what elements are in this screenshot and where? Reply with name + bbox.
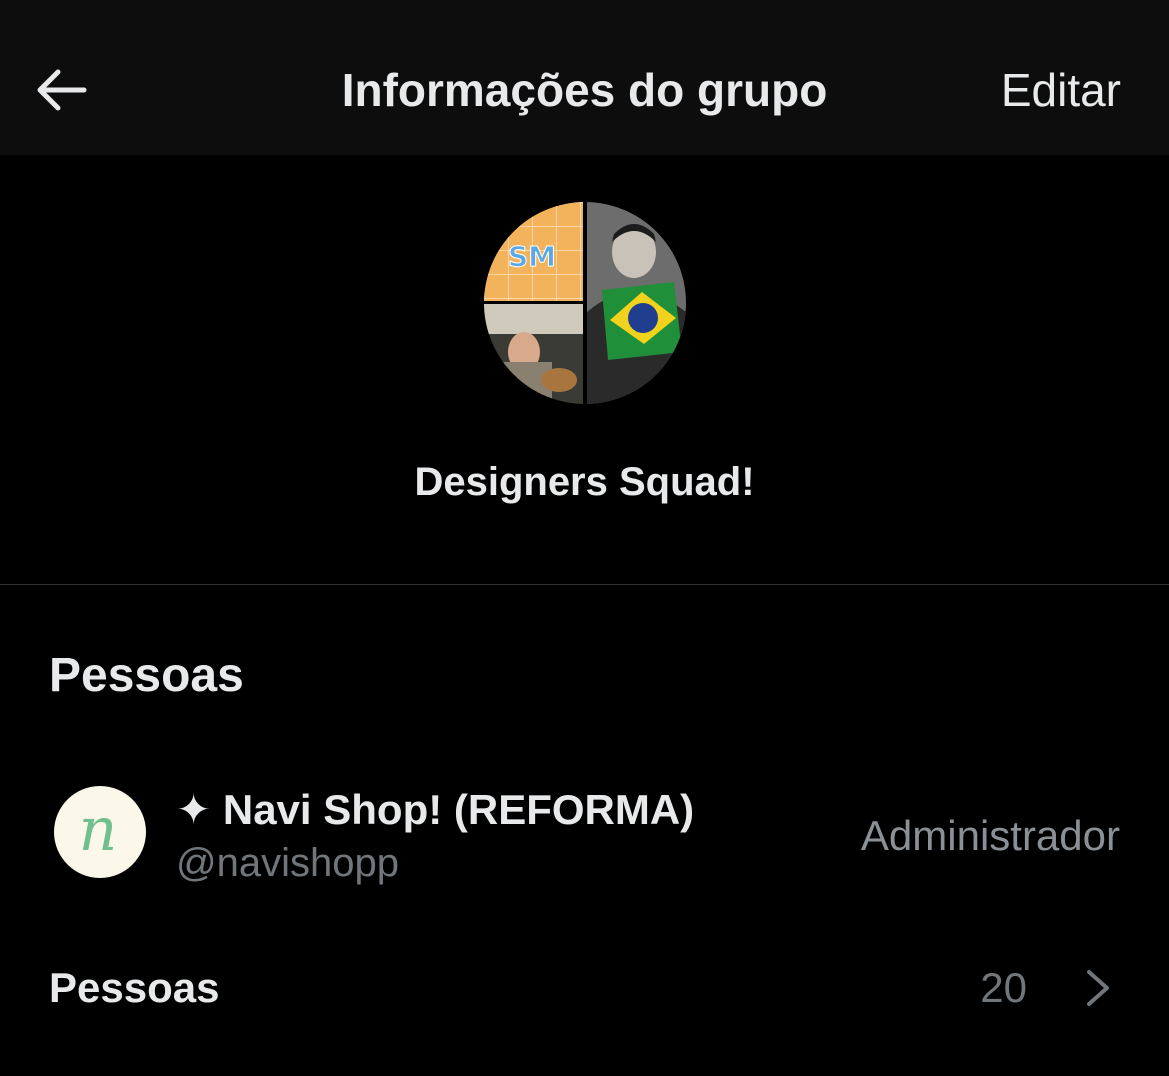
member-handle: @navishopp [176, 841, 399, 885]
divider [0, 584, 1169, 585]
group-avatar-badge: SM [508, 240, 556, 273]
chevron-right-icon [1087, 970, 1109, 1006]
member-role: Administrador [860, 812, 1120, 859]
avatar: n [54, 786, 146, 878]
group-avatar-collage: SM [484, 202, 686, 404]
people-row-label: Pessoas [49, 964, 220, 1011]
back-button[interactable] [28, 60, 92, 120]
edit-button[interactable]: Editar [1001, 62, 1121, 118]
page-title: Informações do grupo [341, 64, 828, 116]
group-name: Designers Squad! [414, 460, 755, 504]
arrow-left-icon [37, 69, 87, 111]
section-heading-people: Pessoas [49, 649, 244, 702]
member-row[interactable]: n ✦ Navi Shop! (REFORMA) @navishopp Admi… [0, 770, 1169, 900]
group-avatar[interactable]: SM [484, 202, 686, 404]
avatar-letter: n [79, 795, 118, 865]
people-count-row[interactable]: Pessoas 20 [0, 950, 1169, 1026]
top-bar: Informações do grupo Editar [0, 0, 1169, 155]
member-name: ✦ Navi Shop! (REFORMA) [176, 786, 695, 833]
people-count: 20 [980, 964, 1027, 1011]
